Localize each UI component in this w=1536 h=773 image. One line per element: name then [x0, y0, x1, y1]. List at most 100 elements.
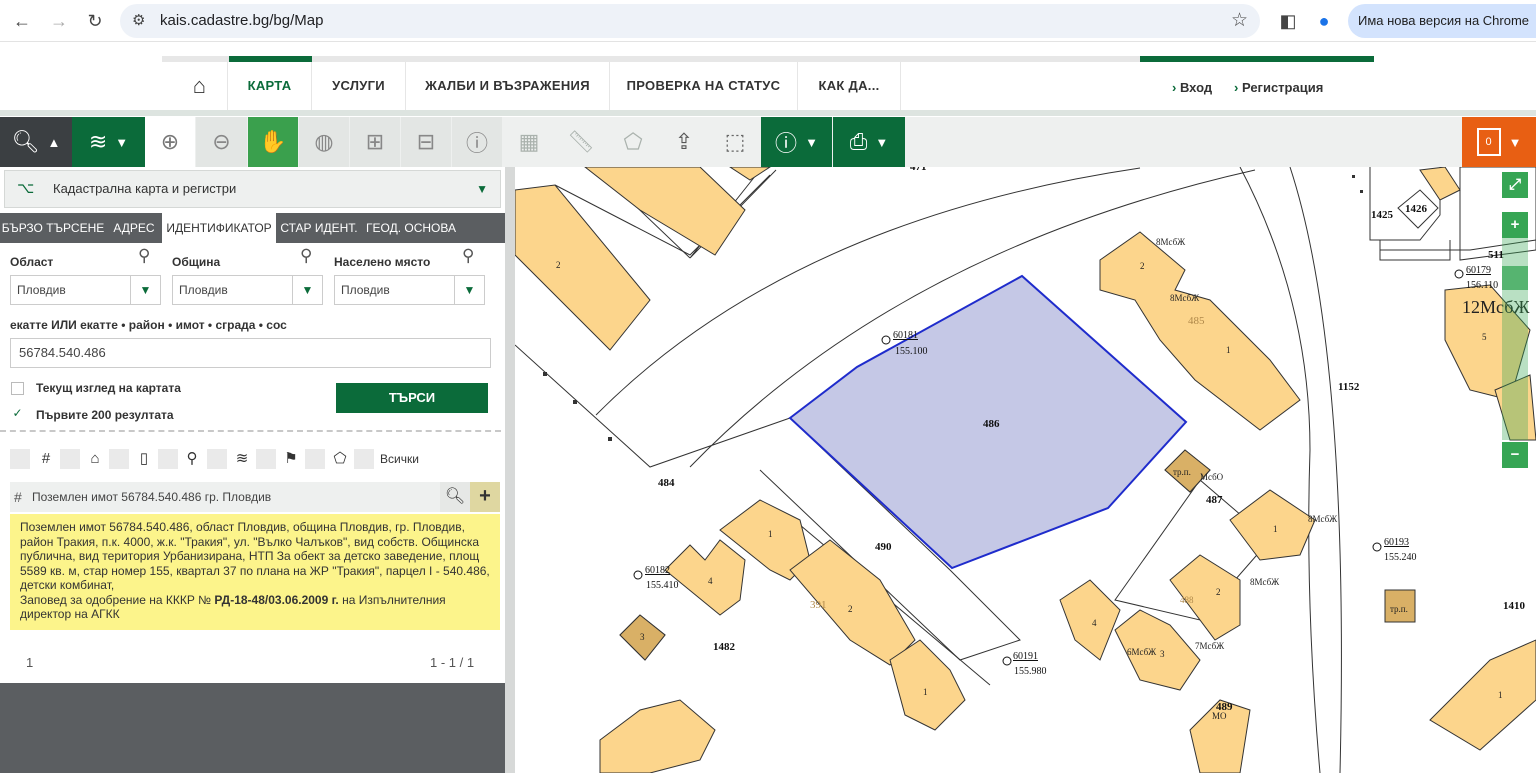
filter-toggle[interactable]	[60, 449, 80, 469]
filter-toggle[interactable]	[256, 449, 276, 469]
ruler-icon: 📏︎	[567, 129, 595, 154]
zoom-in-button[interactable]: +	[1502, 212, 1528, 238]
filter-toggle[interactable]	[207, 449, 227, 469]
cadastre-icon: ⌥	[17, 180, 35, 197]
search-tool[interactable]: 🔍︎ ▲	[0, 117, 72, 167]
chevron-down-icon: ▼	[1508, 134, 1522, 150]
pan-tool[interactable]: ✋	[248, 117, 298, 167]
location-pin-icon[interactable]: ⚲	[138, 246, 150, 266]
cart-count: 0	[1485, 136, 1492, 148]
parcel-filter-icon[interactable]: #	[36, 449, 56, 469]
oblast-select[interactable]: Пловдив ▼	[10, 275, 161, 305]
print-tool[interactable]: ⎙ ▼	[833, 117, 905, 167]
building-label: МсбО	[1200, 472, 1224, 482]
tab-address[interactable]: АДРЕС	[106, 213, 162, 243]
page-number[interactable]: 1	[26, 655, 33, 670]
full-extent-tool[interactable]: ◍	[299, 117, 349, 167]
info-tool[interactable]: ⓘ	[452, 117, 502, 167]
select-box-icon: ⬚	[724, 129, 746, 154]
layers-filter-icon[interactable]: ≋	[232, 449, 252, 469]
reload-icon[interactable]: ↻	[83, 9, 107, 33]
current-view-checkbox[interactable]	[11, 382, 24, 395]
filter-toggle[interactable]	[354, 449, 374, 469]
location-pin-icon[interactable]: ⚲	[300, 246, 312, 266]
upload-tool[interactable]: ⇪	[659, 117, 709, 167]
identifier-input[interactable]: 56784.540.486	[10, 338, 491, 368]
nav-status-check[interactable]: ПРОВЕРКА НА СТАТУС	[610, 62, 798, 110]
address-bar[interactable]: ⚙ kais.cadastre.bg/bg/Map ☆	[120, 4, 1260, 38]
nav-how-to[interactable]: КАК ДА...	[798, 62, 901, 110]
zoom-out-button[interactable]: −	[1502, 442, 1528, 468]
layer-info-tool[interactable]: ⓘ ▼	[761, 117, 832, 167]
first200-checkbox[interactable]: ✓	[11, 407, 24, 421]
filter-toggle[interactable]	[158, 449, 178, 469]
building-label: 485	[1188, 315, 1205, 327]
obshtina-label: Община	[172, 255, 221, 269]
zoom-box-in-tool[interactable]: ⊞	[350, 117, 400, 167]
register-link[interactable]: › Регистрация	[1234, 80, 1323, 95]
search-tabs: БЪРЗО ТЪРСЕНЕ АДРЕС ИДЕНТИФИКАТОР СТАР И…	[0, 213, 507, 243]
chrome-update-button[interactable]: Има нова версия на Chrome	[1348, 4, 1536, 38]
filter-toggle[interactable]	[109, 449, 129, 469]
select-box-tool[interactable]: ⬚	[709, 117, 761, 167]
flag-filter-icon[interactable]: ⚑	[281, 449, 301, 469]
building-label: 4	[708, 576, 713, 586]
building-label: 8МсбЖ	[1308, 514, 1338, 524]
site-info-icon[interactable]: ⚙	[132, 11, 145, 29]
profile-icon[interactable]: ●	[1312, 9, 1336, 33]
cart-button[interactable]: 0 ▼	[1462, 117, 1536, 167]
zoom-in-tool[interactable]: ⊕	[145, 117, 195, 167]
filter-all-toggle[interactable]	[10, 449, 30, 469]
zoom-out-tool[interactable]: ⊖	[196, 117, 247, 167]
tab-geodetic-base[interactable]: ГЕОД. ОСНОВА	[362, 213, 460, 243]
chevron-down-icon: ▼	[875, 134, 889, 150]
measure-length-tool[interactable]: 📏︎	[555, 117, 607, 167]
polygon-tool[interactable]: ⬠	[607, 117, 659, 167]
fullscreen-button[interactable]: ⤢	[1502, 172, 1528, 198]
result-order-prefix: Заповед за одобрение на КККР №	[20, 592, 212, 607]
point-id: 60181	[893, 330, 918, 341]
tab-old-identifier[interactable]: СТАР ИДЕНТ.	[276, 213, 362, 243]
back-icon[interactable]: ←	[10, 9, 34, 33]
obshtina-select[interactable]: Пловдив ▼	[172, 275, 323, 305]
cadastral-map[interactable]: 486 484 490 487 1482 1152 1425 1426 1410…	[515, 167, 1536, 773]
layers-tool[interactable]: ≋ ▼	[72, 117, 145, 167]
nav-services[interactable]: УСЛУГИ	[312, 62, 406, 110]
tab-identifier[interactable]: ИДЕНТИФИКАТОР	[162, 213, 276, 243]
building-label: 2	[1216, 587, 1221, 597]
side-panel-icon[interactable]: ◧	[1276, 9, 1300, 33]
bookmark-star-icon[interactable]: ☆	[1231, 9, 1248, 32]
layer-dropdown[interactable]: ⌥ Кадастрална карта и регистри ▼	[4, 170, 501, 208]
zoom-box-out-tool[interactable]: ⊟	[401, 117, 451, 167]
hand-icon: ✋	[259, 129, 287, 154]
add-to-cart-icon[interactable]: +	[470, 482, 500, 512]
location-filter-icon[interactable]: ⚲	[182, 449, 202, 469]
measure-area-tool[interactable]: ▦	[503, 117, 555, 167]
zoom-to-result-icon[interactable]: 🔍︎	[440, 482, 470, 512]
panel-resize-handle[interactable]	[505, 167, 515, 773]
building-label: 3	[640, 632, 645, 642]
filter-toggle[interactable]	[305, 449, 325, 469]
point-elevation: 155.410	[646, 580, 679, 591]
login-link[interactable]: › Вход	[1172, 80, 1212, 95]
forward-icon[interactable]: →	[47, 9, 71, 33]
zoom-slider-handle[interactable]	[1502, 266, 1528, 290]
building-label: 488	[1180, 595, 1194, 605]
building-label: 1	[1226, 345, 1231, 355]
map-canvas[interactable]: 486 484 490 487 1482 1152 1425 1426 1410…	[515, 167, 1536, 773]
login-label: Вход	[1179, 80, 1213, 95]
unit-filter-icon[interactable]: ▯	[134, 449, 154, 469]
tab-quick-search[interactable]: БЪРЗО ТЪРСЕНЕ	[0, 213, 106, 243]
search-button[interactable]: ТЪРСИ	[336, 383, 488, 413]
naseleno-select[interactable]: Пловдив ▼	[334, 275, 485, 305]
location-pin-icon[interactable]: ⚲	[462, 246, 474, 266]
home-icon[interactable]: ⌂	[172, 62, 228, 110]
site-header: ⌂ КАРТА УСЛУГИ ЖАЛБИ И ВЪЗРАЖЕНИЯ ПРОВЕР…	[0, 42, 1536, 118]
register-label: Регистрация	[1241, 80, 1324, 95]
parcel-number: 1426	[1405, 203, 1428, 215]
nav-map[interactable]: КАРТА	[228, 62, 312, 110]
result-header[interactable]: # Поземлен имот 56784.540.486 гр. Пловди…	[10, 482, 500, 512]
building-filter-icon[interactable]: ⌂	[85, 449, 105, 469]
polygon-filter-icon[interactable]: ⬠	[330, 449, 350, 469]
nav-complaints[interactable]: ЖАЛБИ И ВЪЗРАЖЕНИЯ	[406, 62, 610, 110]
